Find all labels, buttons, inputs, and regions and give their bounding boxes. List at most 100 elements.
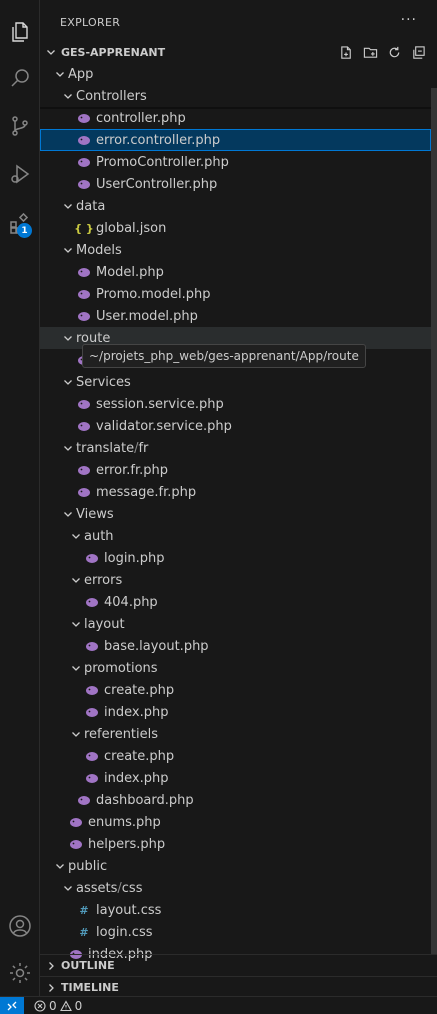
file-404-php[interactable]: 404.php bbox=[40, 591, 431, 613]
project-actions bbox=[337, 43, 427, 61]
remote-indicator[interactable] bbox=[0, 996, 24, 1014]
tree-item-label: session.service.php bbox=[96, 396, 224, 412]
explorer-title: EXPLORER bbox=[60, 16, 121, 29]
php-file-icon bbox=[76, 396, 92, 412]
folder-app[interactable]: App bbox=[40, 63, 431, 85]
file-base-layout-php[interactable]: base.layout.php bbox=[40, 635, 431, 657]
tree-item-label: Views bbox=[76, 506, 114, 522]
file-promocontroller-php[interactable]: PromoController.php bbox=[40, 151, 431, 173]
file-create-php[interactable]: create.php bbox=[40, 679, 431, 701]
tree-item-label: User.model.php bbox=[96, 308, 198, 324]
refresh-icon[interactable] bbox=[385, 43, 403, 61]
file-error-fr-php[interactable]: error.fr.php bbox=[40, 459, 431, 481]
chevron-down-icon bbox=[68, 660, 84, 676]
file-usercontroller-php[interactable]: UserController.php bbox=[40, 173, 431, 195]
php-file-icon bbox=[84, 682, 100, 698]
project-section-header[interactable]: GES-APPRENANT bbox=[40, 41, 437, 63]
folder-referentiels[interactable]: referentiels bbox=[40, 723, 431, 745]
settings-gear-icon[interactable] bbox=[0, 953, 40, 993]
tree-item-label: message.fr.php bbox=[96, 484, 197, 500]
file-enums-php[interactable]: enums.php bbox=[40, 811, 431, 833]
file-helpers-php[interactable]: helpers.php bbox=[40, 833, 431, 855]
file-index-php[interactable]: index.php bbox=[40, 701, 431, 723]
tree-item-label: public bbox=[68, 858, 108, 874]
php-file-icon bbox=[76, 308, 92, 324]
folder-controllers[interactable]: Controllers bbox=[40, 85, 431, 107]
file-model-php[interactable]: Model.php bbox=[40, 261, 431, 283]
problems-indicator[interactable]: 0 0 bbox=[34, 999, 82, 1013]
php-file-icon bbox=[76, 792, 92, 808]
account-icon[interactable] bbox=[0, 906, 40, 946]
file-session-service-php[interactable]: session.service.php bbox=[40, 393, 431, 415]
file-error-controller-php[interactable]: error.controller.php bbox=[40, 129, 431, 151]
file-controller-php[interactable]: controller.php bbox=[40, 107, 431, 129]
run-debug-icon[interactable] bbox=[0, 154, 40, 194]
tree-item-label: data bbox=[76, 198, 106, 214]
folder-views[interactable]: Views bbox=[40, 503, 431, 525]
folder-models[interactable]: Models bbox=[40, 239, 431, 261]
collapse-all-icon[interactable] bbox=[409, 43, 427, 61]
timeline-section-header[interactable]: TIMELINE bbox=[40, 976, 437, 998]
tree-item-label: UserController.php bbox=[96, 176, 218, 192]
file-login-php[interactable]: login.php bbox=[40, 547, 431, 569]
folder-public[interactable]: public bbox=[40, 855, 431, 877]
tree-item-label: error.controller.php bbox=[96, 132, 221, 148]
file-message-fr-php[interactable]: message.fr.php bbox=[40, 481, 431, 503]
outline-label: OUTLINE bbox=[61, 959, 115, 972]
php-file-icon bbox=[68, 836, 84, 852]
file-promo-model-php[interactable]: Promo.model.php bbox=[40, 283, 431, 305]
php-file-icon bbox=[76, 264, 92, 280]
more-actions-button[interactable]: ··· bbox=[401, 12, 417, 28]
outline-section-header[interactable]: OUTLINE bbox=[40, 954, 437, 976]
timeline-label: TIMELINE bbox=[61, 981, 119, 994]
tree-item-label: index.php bbox=[104, 770, 169, 786]
chevron-down-icon bbox=[60, 242, 76, 258]
tree-item-label: Controllers bbox=[76, 88, 147, 104]
tree-item-label: layout.css bbox=[96, 902, 162, 918]
new-file-icon[interactable] bbox=[337, 43, 355, 61]
php-file-icon bbox=[68, 814, 84, 830]
file-layout-css[interactable]: # layout.css bbox=[40, 899, 431, 921]
source-control-icon[interactable] bbox=[0, 106, 40, 146]
tree-item-label: errors bbox=[84, 572, 123, 588]
folder-auth[interactable]: auth bbox=[40, 525, 431, 547]
new-folder-icon[interactable] bbox=[361, 43, 379, 61]
error-count: 0 bbox=[49, 998, 57, 1013]
php-file-icon bbox=[76, 484, 92, 500]
php-file-icon bbox=[76, 154, 92, 170]
file-index-php[interactable]: index.php bbox=[40, 767, 431, 789]
folder-errors[interactable]: errors bbox=[40, 569, 431, 591]
file-login-css[interactable]: # login.css bbox=[40, 921, 431, 943]
file-validator-service-php[interactable]: validator.service.php bbox=[40, 415, 431, 437]
status-bar: 0 0 bbox=[0, 996, 437, 1014]
chevron-down-icon bbox=[60, 506, 76, 522]
tree-item-label: dashboard.php bbox=[96, 792, 194, 808]
explorer-icon[interactable] bbox=[0, 12, 40, 52]
chevron-down-icon bbox=[60, 198, 76, 214]
tree-item-label: promotions bbox=[84, 660, 158, 676]
folder-promotions[interactable]: promotions bbox=[40, 657, 431, 679]
file-create-php[interactable]: create.php bbox=[40, 745, 431, 767]
folder-translate[interactable]: translate / fr bbox=[40, 437, 431, 459]
tree-scrollbar[interactable] bbox=[431, 88, 437, 954]
tree-item-label: base.layout.php bbox=[104, 638, 209, 654]
warning-icon bbox=[59, 999, 72, 1011]
file-global-json[interactable]: { } global.json bbox=[40, 217, 431, 239]
file-user-model-php[interactable]: User.model.php bbox=[40, 305, 431, 327]
folder-data[interactable]: data bbox=[40, 195, 431, 217]
php-file-icon bbox=[76, 132, 92, 148]
file-dashboard-php[interactable]: dashboard.php bbox=[40, 789, 431, 811]
folder-services[interactable]: Services bbox=[40, 371, 431, 393]
folder-assets[interactable]: assets / css bbox=[40, 877, 431, 899]
search-icon[interactable] bbox=[0, 58, 40, 98]
tree-item-label: global.json bbox=[96, 220, 167, 236]
tree-item-label: error.fr.php bbox=[96, 462, 169, 478]
php-file-icon bbox=[76, 462, 92, 478]
folder-layout[interactable]: layout bbox=[40, 613, 431, 635]
chevron-down-icon bbox=[52, 858, 68, 874]
chevron-right-icon bbox=[41, 982, 61, 994]
css-file-icon: # bbox=[79, 903, 89, 917]
tree-item-label: 404.php bbox=[104, 594, 158, 610]
tree-item-label: helpers.php bbox=[88, 836, 166, 852]
activity-bar: 1 bbox=[0, 0, 40, 996]
